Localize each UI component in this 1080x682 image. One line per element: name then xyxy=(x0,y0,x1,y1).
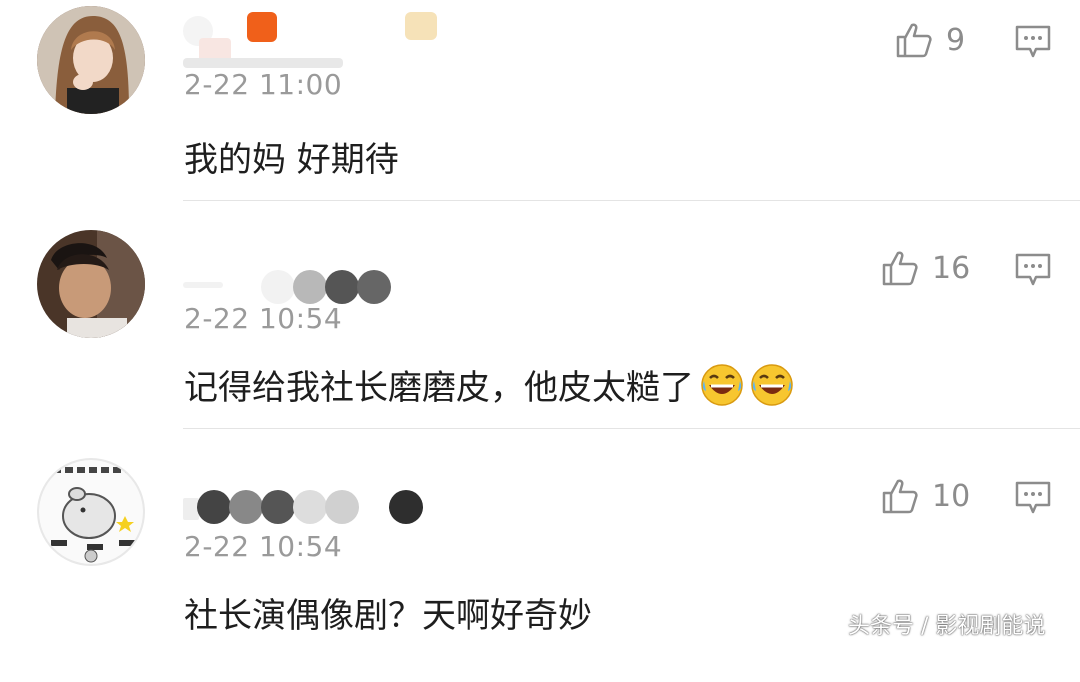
thumbs-up-icon xyxy=(882,479,918,514)
avatar[interactable] xyxy=(37,6,145,114)
comment-timestamp: 2-22 10:54 xyxy=(184,302,343,335)
comment-text: 社长演偶像剧？天啊好奇妙 xyxy=(184,596,592,636)
username-masked[interactable] xyxy=(183,470,463,530)
like-button[interactable]: 16 xyxy=(880,248,970,288)
comment-timestamp: 2-22 11:00 xyxy=(184,68,343,101)
laughing-tears-emoji xyxy=(700,363,744,407)
like-count: 10 xyxy=(932,478,971,514)
comment-bubble-icon[interactable] xyxy=(1014,480,1052,516)
avatar[interactable] xyxy=(37,230,145,338)
avatar[interactable] xyxy=(37,458,145,566)
like-button[interactable]: 10 xyxy=(880,476,970,516)
watermark: 头条号 / 影视剧能说 xyxy=(848,614,1046,639)
like-button[interactable]: 9 xyxy=(894,20,965,60)
comment-text-content: 记得给我社长磨磨皮，他皮太糙了 xyxy=(184,368,694,408)
username-masked[interactable] xyxy=(183,242,463,304)
laughing-tears-emoji xyxy=(750,363,794,407)
username-masked[interactable] xyxy=(183,12,463,74)
thumbs-up-icon xyxy=(882,251,918,286)
divider xyxy=(183,200,1080,201)
comment-item: 2-22 11:00 我的妈 好期待 9 xyxy=(0,0,1080,226)
like-count: 16 xyxy=(932,250,971,286)
comment-bubble-icon[interactable] xyxy=(1014,24,1052,60)
comment-item: 2-22 10:54 记得给我社长磨磨皮，他皮太糙了 16 xyxy=(0,228,1080,454)
comment-bubble-icon[interactable] xyxy=(1014,252,1052,288)
comment-timestamp: 2-22 10:54 xyxy=(184,530,343,563)
comment-item: 2-22 10:54 社长演偶像剧？天啊好奇妙 10 xyxy=(0,456,1080,682)
like-count: 9 xyxy=(946,22,966,58)
divider xyxy=(183,428,1080,429)
thumbs-up-icon xyxy=(896,23,932,58)
comment-text: 记得给我社长磨磨皮，他皮太糙了 xyxy=(184,360,794,409)
comment-text: 我的妈 好期待 xyxy=(184,140,399,180)
